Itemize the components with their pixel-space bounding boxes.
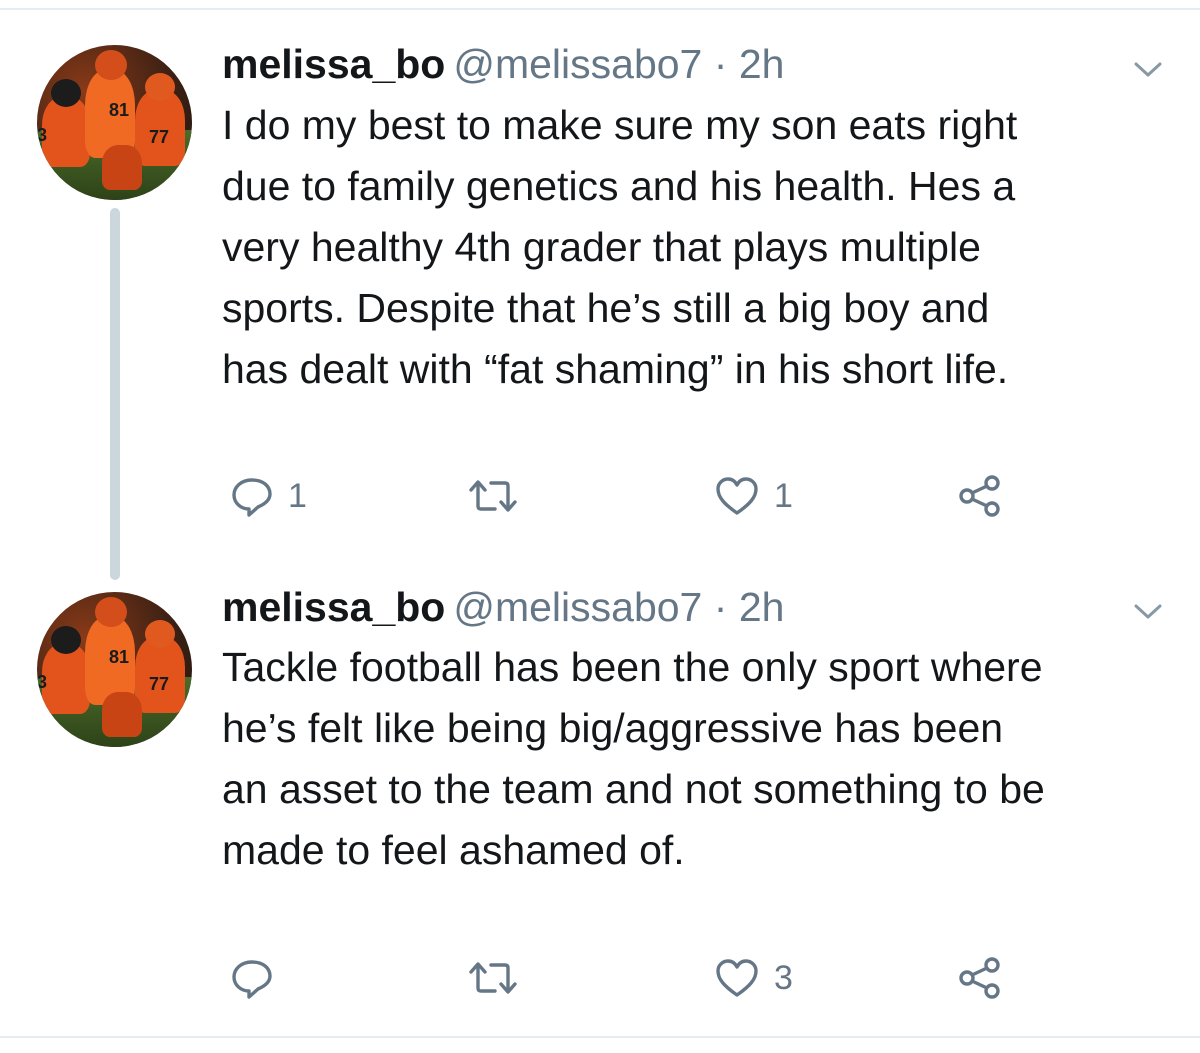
reply-button[interactable]: 1 — [230, 471, 307, 521]
share-icon — [957, 474, 1003, 518]
like-count: 3 — [774, 958, 793, 997]
heart-icon — [714, 957, 760, 999]
avatar[interactable]: 81 77 3 — [37, 592, 192, 747]
tweet-text: Tackle football has been the only sport … — [222, 644, 1045, 873]
share-button[interactable] — [957, 953, 1003, 1003]
display-name[interactable]: melissa_bo — [222, 584, 445, 630]
like-button[interactable]: 3 — [714, 953, 793, 1003]
jersey-number: 3 — [37, 125, 48, 145]
chevron-down-icon[interactable] — [1128, 597, 1168, 627]
display-name[interactable]: melissa_bo — [222, 41, 445, 87]
share-icon — [957, 956, 1003, 1000]
heart-icon — [714, 475, 760, 517]
jersey-number: 3 — [37, 672, 48, 692]
bottom-divider — [0, 1036, 1200, 1038]
reply-count: 1 — [288, 476, 307, 515]
retweet-icon — [467, 476, 519, 516]
tweet-header: melissa_bo @melissabo7 · 2h — [222, 39, 784, 89]
separator-dot: · — [713, 41, 728, 87]
jersey-number: 81 — [109, 100, 130, 120]
reply-icon — [230, 957, 274, 999]
chevron-down-icon[interactable] — [1128, 55, 1168, 85]
jersey-number: 81 — [109, 647, 130, 667]
tweet-actions: 3 — [222, 953, 1182, 1003]
reply-button[interactable] — [230, 953, 288, 1003]
user-handle[interactable]: @melissabo7 — [453, 584, 702, 630]
like-count: 1 — [774, 476, 793, 515]
tweet-actions: 1 1 — [222, 471, 1182, 521]
tweet[interactable]: 81 77 3 melissa_bo @melissabo7 · 2h Tackl… — [0, 560, 1200, 1036]
jersey-number: 77 — [149, 674, 170, 694]
share-button[interactable] — [957, 471, 1003, 521]
timestamp[interactable]: 2h — [739, 584, 785, 630]
reply-icon — [230, 475, 274, 517]
retweet-button[interactable] — [467, 953, 533, 1003]
jersey-number: 77 — [149, 127, 170, 147]
separator-dot: · — [713, 584, 728, 630]
like-button[interactable]: 1 — [714, 471, 793, 521]
user-handle[interactable]: @melissabo7 — [453, 41, 702, 87]
timestamp[interactable]: 2h — [739, 41, 785, 87]
retweet-icon — [467, 958, 519, 998]
retweet-button[interactable] — [467, 471, 533, 521]
tweet-text: I do my best to make sure my son eats ri… — [222, 102, 1018, 392]
avatar[interactable]: 81 77 3 — [37, 45, 192, 200]
tweet-header: melissa_bo @melissabo7 · 2h — [222, 582, 784, 632]
tweet[interactable]: 81 77 3 melissa_bo @melissabo7 · 2h I do … — [0, 0, 1200, 560]
